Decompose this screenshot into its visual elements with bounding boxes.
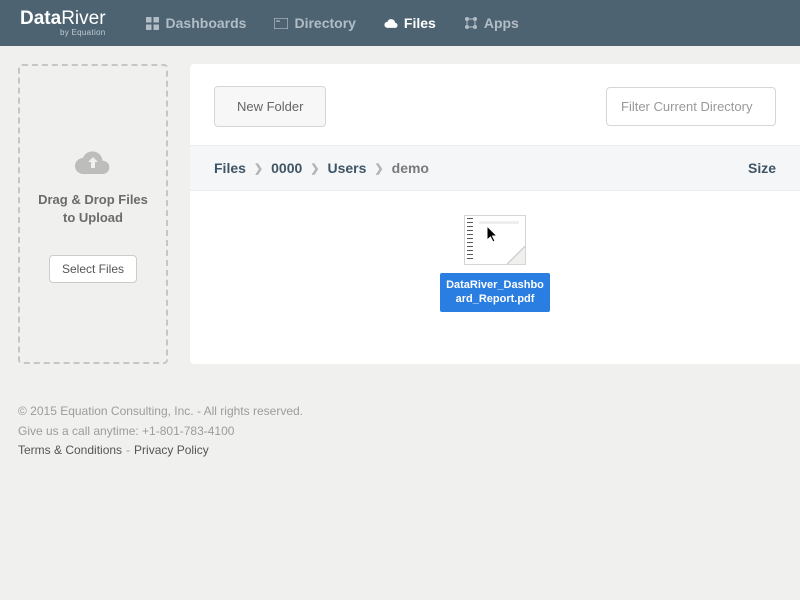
breadcrumb: Files ❯ 0000 ❯ Users ❯ demo Size [190, 145, 800, 191]
file-browser-panel: New Folder Files ❯ 0000 ❯ Users ❯ demo S… [190, 64, 800, 364]
file-item[interactable]: DataRiver_Dashboard_Report.pdf [440, 215, 550, 312]
brand-subtitle: by Equation [20, 29, 106, 37]
breadcrumb-item[interactable]: Files [214, 160, 246, 176]
toolbar: New Folder [190, 64, 800, 145]
brand-logo[interactable]: DataRiver by Equation [20, 9, 106, 37]
select-files-button[interactable]: Select Files [49, 255, 137, 283]
apps-icon [464, 16, 478, 30]
column-header-size[interactable]: Size [748, 160, 776, 176]
grid-icon [146, 16, 160, 30]
terms-link[interactable]: Terms & Conditions [18, 443, 122, 457]
breadcrumb-item[interactable]: 0000 [271, 160, 302, 176]
footer-phone: Give us a call anytime: +1-801-783-4100 [18, 422, 303, 441]
file-name-label: DataRiver_Dashboard_Report.pdf [440, 273, 550, 312]
upload-cloud-icon [73, 148, 113, 181]
upload-dropzone[interactable]: Drag & Drop Files to Upload Select Files [18, 64, 168, 364]
nav-label: Apps [484, 15, 519, 31]
nav-label: Files [404, 15, 436, 31]
chevron-right-icon: ❯ [310, 162, 319, 175]
privacy-link[interactable]: Privacy Policy [134, 443, 209, 457]
new-folder-button[interactable]: New Folder [214, 86, 326, 127]
chevron-right-icon: ❯ [254, 162, 263, 175]
nav-label: Directory [294, 15, 355, 31]
app-header: DataRiver by Equation Dashboards Directo… [0, 0, 800, 46]
filter-input[interactable] [606, 87, 776, 126]
cloud-icon [384, 16, 398, 30]
page-footer: © 2015 Equation Consulting, Inc. - All r… [18, 402, 303, 460]
breadcrumb-item-current: demo [392, 160, 429, 176]
file-thumbnail-icon [464, 215, 526, 265]
nav-files[interactable]: Files [384, 0, 436, 46]
card-icon [274, 16, 288, 30]
chevron-right-icon: ❯ [374, 162, 383, 175]
brand-name-b: River [61, 8, 105, 29]
top-nav: Dashboards Directory Files Apps [146, 0, 519, 46]
nav-apps[interactable]: Apps [464, 0, 519, 46]
nav-directory[interactable]: Directory [274, 0, 355, 46]
upload-title: Drag & Drop Files to Upload [38, 191, 148, 227]
file-grid: DataRiver_Dashboard_Report.pdf [190, 191, 800, 336]
footer-copyright: © 2015 Equation Consulting, Inc. - All r… [18, 402, 303, 421]
brand-name-a: Data [20, 8, 61, 29]
nav-label: Dashboards [166, 15, 247, 31]
breadcrumb-item[interactable]: Users [328, 160, 367, 176]
nav-dashboards[interactable]: Dashboards [146, 0, 247, 46]
